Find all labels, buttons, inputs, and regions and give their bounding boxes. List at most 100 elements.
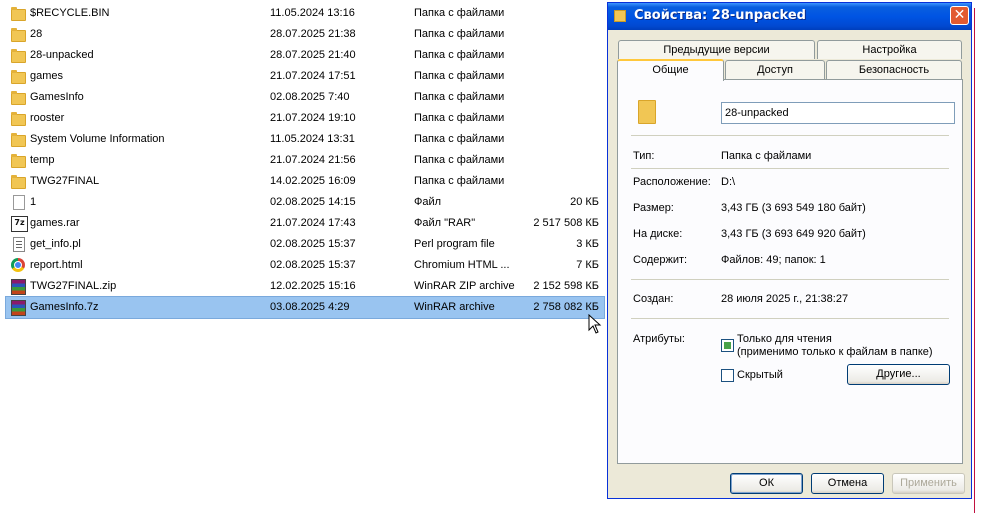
file-row[interactable]: $RECYCLE.BIN 11.05.2024 13:16 Папка с файл… xyxy=(6,3,604,24)
text-file-icon xyxy=(13,237,25,252)
readonly-checkbox[interactable] xyxy=(721,339,734,352)
contains-label: Содержит: xyxy=(633,254,688,266)
type-label: Тип: xyxy=(633,150,655,162)
file-type: Папка с файлами xyxy=(414,49,505,61)
other-attributes-button[interactable]: Другие... xyxy=(847,364,950,385)
file-type: WinRAR ZIP archive xyxy=(414,280,515,292)
folder-icon xyxy=(11,175,26,189)
file-date: 14.02.2025 16:09 xyxy=(270,175,356,187)
file-date: 12.02.2025 15:16 xyxy=(270,280,356,292)
apply-button[interactable]: Применить xyxy=(892,473,965,494)
file-type: Файл "RAR" xyxy=(414,217,476,229)
file-row[interactable]: GamesInfo.7z 03.08.2025 4:29 WinRAR archiv… xyxy=(5,296,605,319)
file-date: 03.08.2025 4:29 xyxy=(270,301,350,313)
file-size: 7 КБ xyxy=(576,259,599,271)
file-type: Chromium HTML ... xyxy=(414,259,510,271)
tab-sharing[interactable]: Доступ xyxy=(725,60,825,79)
file-row[interactable]: report.html 02.08.2025 15:37 Chromium HTML… xyxy=(6,255,604,276)
attributes-label: Атрибуты: xyxy=(633,333,685,345)
separator xyxy=(631,279,949,280)
file-row[interactable]: 28-unpacked 28.07.2025 21:40 Папка с файла… xyxy=(6,45,604,66)
hidden-label: Скрытый xyxy=(737,369,783,381)
hidden-checkbox[interactable] xyxy=(721,369,734,382)
file-row[interactable]: System Volume Information 11.05.2024 13:3… xyxy=(6,129,604,150)
created-value: 28 июля 2025 г., 21:38:27 xyxy=(721,293,849,305)
file-row[interactable]: rooster 21.07.2024 19:10 Папка с файлами xyxy=(6,108,604,129)
dialog-title: Свойства: 28-unpacked xyxy=(634,8,806,23)
contains-value: Файлов: 49; папок: 1 xyxy=(721,254,826,266)
file-row[interactable]: games 21.07.2024 17:51 Папка с файлами xyxy=(6,66,604,87)
separator xyxy=(631,135,949,136)
file-date: 21.07.2024 17:43 xyxy=(270,217,356,229)
chrome-icon xyxy=(11,258,25,272)
file-date: 02.08.2025 15:37 xyxy=(270,259,356,271)
file-name: GamesInfo.7z xyxy=(30,301,99,313)
mouse-cursor-icon xyxy=(588,314,602,334)
file-row[interactable]: get_info.pl 02.08.2025 15:37 Perl program … xyxy=(6,234,604,255)
general-panel: Тип: Папка с файлами Расположение: D:\ Р… xyxy=(617,79,963,464)
file-type: Файл xyxy=(414,196,442,208)
tab-security[interactable]: Безопасность xyxy=(826,60,962,79)
file-date: 28.07.2025 21:38 xyxy=(270,28,356,40)
file-row[interactable]: 28 28.07.2025 21:38 Папка с файлами xyxy=(6,24,604,45)
file-type: Папка с файлами xyxy=(414,175,505,187)
folder-icon xyxy=(11,70,26,84)
file-size: 2 152 598 КБ xyxy=(533,280,599,292)
file-row[interactable]: GamesInfo 02.08.2025 7:40 Папка с файлами xyxy=(6,87,604,108)
file-row[interactable]: TWG27FINAL 14.02.2025 16:09 Папка с файлам… xyxy=(6,171,604,192)
file-date: 02.08.2025 7:40 xyxy=(270,91,350,103)
file-name: rooster xyxy=(30,112,65,124)
file-size: 2 517 508 КБ xyxy=(533,217,599,229)
separator xyxy=(631,168,949,169)
dialog-titlebar[interactable]: Свойства: 28-unpacked ✕ xyxy=(608,3,971,30)
file-size: 20 КБ xyxy=(570,196,599,208)
blank-file-icon xyxy=(13,195,25,210)
properties-dialog: Свойства: 28-unpacked ✕ Предыдущие верси… xyxy=(607,2,972,499)
file-name: games xyxy=(30,70,64,82)
file-name: report.html xyxy=(30,259,83,271)
file-type: WinRAR archive xyxy=(414,301,495,313)
tab-previous-versions[interactable]: Предыдущие версии xyxy=(618,40,815,59)
disk-size-label: На диске: xyxy=(633,228,683,240)
file-type: Perl program file xyxy=(414,238,495,250)
ok-button[interactable]: ОК xyxy=(730,473,803,494)
file-date: 21.07.2024 19:10 xyxy=(270,112,356,124)
created-label: Создан: xyxy=(633,293,674,305)
file-type: Папка с файлами xyxy=(414,154,505,166)
tab-customize[interactable]: Настройка xyxy=(817,40,962,59)
file-name: 28-unpacked xyxy=(30,49,94,61)
file-size: 3 КБ xyxy=(576,238,599,250)
readonly-label: Только для чтения xyxy=(737,333,832,345)
winrar-icon xyxy=(11,279,26,295)
file-name: GamesInfo xyxy=(30,91,84,103)
file-row[interactable]: 7z games.rar 21.07.2024 17:43 Файл "RAR" 2 5… xyxy=(6,213,604,234)
folder-icon xyxy=(11,7,26,21)
size-value: 3,43 ГБ (3 693 549 180 байт) xyxy=(721,202,866,214)
separator xyxy=(631,318,949,319)
file-name: temp xyxy=(30,154,55,166)
tab-general[interactable]: Общие xyxy=(617,59,724,81)
folder-name-input[interactable] xyxy=(721,102,955,124)
file-row[interactable]: TWG27FINAL.zip 12.02.2025 15:16 WinRAR ZIP… xyxy=(6,276,604,297)
folder-icon xyxy=(614,10,626,22)
file-name: get_info.pl xyxy=(30,238,81,250)
folder-icon xyxy=(11,133,26,147)
background-edge xyxy=(974,8,975,513)
file-date: 02.08.2025 14:15 xyxy=(270,196,356,208)
close-button[interactable]: ✕ xyxy=(950,6,969,25)
file-type: Папка с файлами xyxy=(414,112,505,124)
file-type: Папка с файлами xyxy=(414,70,505,82)
file-name: $RECYCLE.BIN xyxy=(30,7,110,19)
winrar-icon xyxy=(11,300,26,316)
file-type: Папка с файлами xyxy=(414,133,505,145)
folder-icon xyxy=(11,112,26,126)
type-value: Папка с файлами xyxy=(721,150,812,162)
file-type: Папка с файлами xyxy=(414,91,505,103)
file-type: Папка с файлами xyxy=(414,28,505,40)
file-row[interactable]: 1 02.08.2025 14:15 Файл 20 КБ xyxy=(6,192,604,213)
file-name: System Volume Information xyxy=(30,133,165,145)
disk-size-value: 3,43 ГБ (3 693 649 920 байт) xyxy=(721,228,866,240)
cancel-button[interactable]: Отмена xyxy=(811,473,884,494)
file-date: 21.07.2024 17:51 xyxy=(270,70,356,82)
file-row[interactable]: temp 21.07.2024 21:56 Папка с файлами xyxy=(6,150,604,171)
